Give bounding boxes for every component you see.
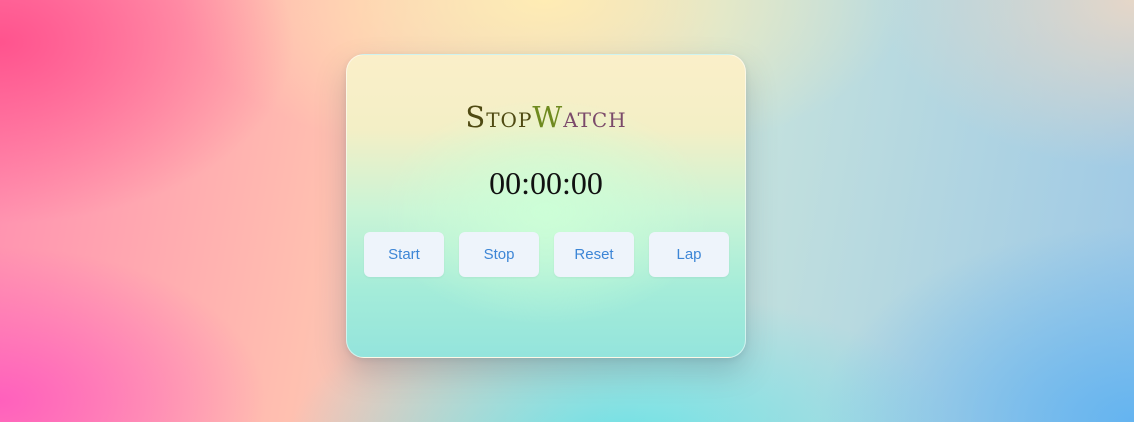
reset-button[interactable]: Reset xyxy=(554,232,634,277)
time-display: 00:00:00 xyxy=(489,165,603,201)
title-part-atch: atch xyxy=(563,100,627,134)
stop-button[interactable]: Stop xyxy=(459,232,539,277)
stopwatch-title: StopWatch xyxy=(347,99,745,135)
start-button[interactable]: Start xyxy=(364,232,444,277)
title-part-stop: Stop xyxy=(465,100,533,134)
stopwatch-card: StopWatch 00:00:00 Start Stop Reset Lap xyxy=(346,54,746,358)
lap-button[interactable]: Lap xyxy=(649,232,729,277)
title-part-w: W xyxy=(532,100,564,134)
